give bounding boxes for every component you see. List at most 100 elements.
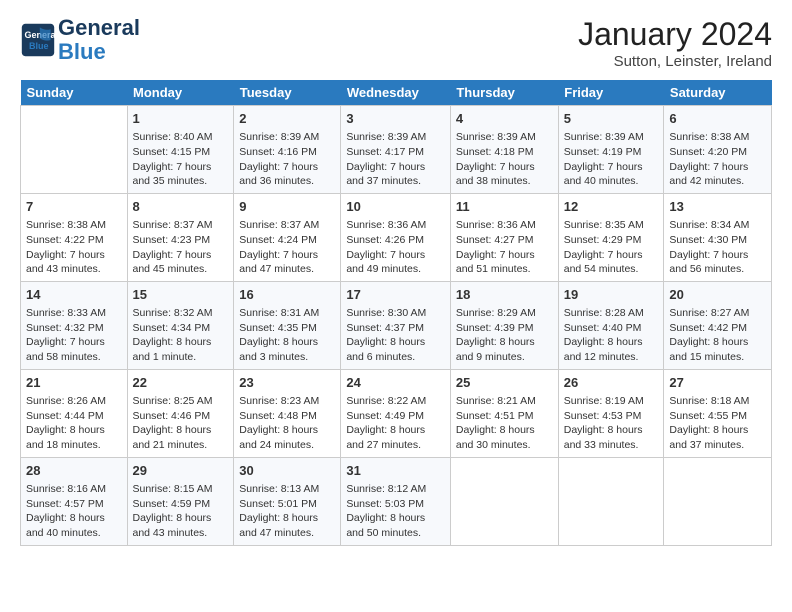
calendar-cell: 21Sunrise: 8:26 AMSunset: 4:44 PMDayligh… bbox=[21, 369, 128, 457]
calendar-cell: 3 Sunrise: 8:39 AMSunset: 4:17 PMDaylight… bbox=[341, 106, 451, 194]
day-info: Sunrise: 8:35 AMSunset: 4:29 PMDaylight:… bbox=[564, 218, 659, 277]
week-row-5: 28 Sunrise: 8:16 AMSunset: 4:57 PMDayligh… bbox=[21, 457, 772, 545]
day-info: Sunrise: 8:23 AMSunset: 4:48 PMDaylight:… bbox=[239, 394, 335, 453]
location-subtitle: Sutton, Leinster, Ireland bbox=[578, 53, 772, 70]
day-number: 5 bbox=[564, 110, 659, 128]
calendar-cell: 24 Sunrise: 8:22 AMSunset: 4:49 PMDayligh… bbox=[341, 369, 451, 457]
day-number: 25 bbox=[456, 374, 553, 392]
calendar-cell: 9 Sunrise: 8:37 AMSunset: 4:24 PMDaylight… bbox=[234, 193, 341, 281]
calendar-cell bbox=[558, 457, 664, 545]
day-info: Sunrise: 8:19 AMSunset: 4:53 PMDaylight:… bbox=[564, 394, 659, 453]
calendar-cell: 28 Sunrise: 8:16 AMSunset: 4:57 PMDayligh… bbox=[21, 457, 128, 545]
day-info: Sunrise: 8:38 AMSunset: 4:22 PMDaylight:… bbox=[26, 218, 122, 277]
logo: General Blue General Blue bbox=[20, 16, 140, 64]
column-header-monday: Monday bbox=[127, 80, 234, 106]
calendar-cell: 25 Sunrise: 8:21 AMSunset: 4:51 PMDayligh… bbox=[450, 369, 558, 457]
calendar-cell: 12 Sunrise: 8:35 AMSunset: 4:29 PMDayligh… bbox=[558, 193, 664, 281]
month-title: January 2024 bbox=[578, 16, 772, 53]
day-number: 9 bbox=[239, 198, 335, 216]
calendar-cell: 8 Sunrise: 8:37 AMSunset: 4:23 PMDaylight… bbox=[127, 193, 234, 281]
day-number: 22 bbox=[133, 374, 229, 392]
day-info: Sunrise: 8:39 AMSunset: 4:19 PMDaylight:… bbox=[564, 130, 659, 189]
day-number: 3 bbox=[346, 110, 445, 128]
day-info: Sunrise: 8:22 AMSunset: 4:49 PMDaylight:… bbox=[346, 394, 445, 453]
day-info: Sunrise: 8:39 AMSunset: 4:17 PMDaylight:… bbox=[346, 130, 445, 189]
day-number: 16 bbox=[239, 286, 335, 304]
calendar-cell: 7 Sunrise: 8:38 AMSunset: 4:22 PMDaylight… bbox=[21, 193, 128, 281]
calendar-table: SundayMondayTuesdayWednesdayThursdayFrid… bbox=[20, 80, 772, 546]
day-info: Sunrise: 8:21 AMSunset: 4:51 PMDaylight:… bbox=[456, 394, 553, 453]
day-number: 14 bbox=[26, 286, 122, 304]
day-number: 12 bbox=[564, 198, 659, 216]
calendar-cell: 14 Sunrise: 8:33 AMSunset: 4:32 PMDayligh… bbox=[21, 281, 128, 369]
day-info: Sunrise: 8:37 AMSunset: 4:23 PMDaylight:… bbox=[133, 218, 229, 277]
day-info: Sunrise: 8:29 AMSunset: 4:39 PMDaylight:… bbox=[456, 306, 553, 365]
day-number: 31 bbox=[346, 462, 445, 480]
day-number: 8 bbox=[133, 198, 229, 216]
day-number: 21 bbox=[26, 374, 122, 392]
calendar-cell: 26 Sunrise: 8:19 AMSunset: 4:53 PMDayligh… bbox=[558, 369, 664, 457]
day-info: Sunrise: 8:39 AMSunset: 4:16 PMDaylight:… bbox=[239, 130, 335, 189]
calendar-cell: 6Sunrise: 8:38 AMSunset: 4:20 PMDaylight… bbox=[664, 106, 772, 194]
day-info: Sunrise: 8:37 AMSunset: 4:24 PMDaylight:… bbox=[239, 218, 335, 277]
day-number: 26 bbox=[564, 374, 659, 392]
column-header-thursday: Thursday bbox=[450, 80, 558, 106]
day-info: Sunrise: 8:33 AMSunset: 4:32 PMDaylight:… bbox=[26, 306, 122, 365]
day-info: Sunrise: 8:39 AMSunset: 4:18 PMDaylight:… bbox=[456, 130, 553, 189]
column-header-tuesday: Tuesday bbox=[234, 80, 341, 106]
calendar-header-row: SundayMondayTuesdayWednesdayThursdayFrid… bbox=[21, 80, 772, 106]
day-number: 7 bbox=[26, 198, 122, 216]
calendar-cell bbox=[664, 457, 772, 545]
day-number: 18 bbox=[456, 286, 553, 304]
day-info: Sunrise: 8:36 AMSunset: 4:27 PMDaylight:… bbox=[456, 218, 553, 277]
column-header-friday: Friday bbox=[558, 80, 664, 106]
calendar-cell: 20Sunrise: 8:27 AMSunset: 4:42 PMDayligh… bbox=[664, 281, 772, 369]
calendar-cell: 4 Sunrise: 8:39 AMSunset: 4:18 PMDaylight… bbox=[450, 106, 558, 194]
calendar-cell bbox=[450, 457, 558, 545]
calendar-cell: 15 Sunrise: 8:32 AMSunset: 4:34 PMDayligh… bbox=[127, 281, 234, 369]
day-info: Sunrise: 8:40 AMSunset: 4:15 PMDaylight:… bbox=[133, 130, 229, 189]
day-number: 13 bbox=[669, 198, 766, 216]
column-header-wednesday: Wednesday bbox=[341, 80, 451, 106]
calendar-cell: 23 Sunrise: 8:23 AMSunset: 4:48 PMDayligh… bbox=[234, 369, 341, 457]
week-row-1: 1 Sunrise: 8:40 AMSunset: 4:15 PMDaylight… bbox=[21, 106, 772, 194]
day-info: Sunrise: 8:36 AMSunset: 4:26 PMDaylight:… bbox=[346, 218, 445, 277]
column-header-saturday: Saturday bbox=[664, 80, 772, 106]
calendar-cell: 2 Sunrise: 8:39 AMSunset: 4:16 PMDaylight… bbox=[234, 106, 341, 194]
logo-icon: General Blue bbox=[20, 22, 56, 58]
day-number: 4 bbox=[456, 110, 553, 128]
calendar-cell: 27 Sunrise: 8:18 AMSunset: 4:55 PMDayligh… bbox=[664, 369, 772, 457]
day-number: 29 bbox=[133, 462, 229, 480]
calendar-cell: 1 Sunrise: 8:40 AMSunset: 4:15 PMDaylight… bbox=[127, 106, 234, 194]
week-row-3: 14 Sunrise: 8:33 AMSunset: 4:32 PMDayligh… bbox=[21, 281, 772, 369]
day-number: 24 bbox=[346, 374, 445, 392]
day-info: Sunrise: 8:12 AMSunset: 5:03 PMDaylight:… bbox=[346, 482, 445, 541]
day-info: Sunrise: 8:25 AMSunset: 4:46 PMDaylight:… bbox=[133, 394, 229, 453]
day-number: 1 bbox=[133, 110, 229, 128]
day-info: Sunrise: 8:16 AMSunset: 4:57 PMDaylight:… bbox=[26, 482, 122, 541]
calendar-cell: 18 Sunrise: 8:29 AMSunset: 4:39 PMDayligh… bbox=[450, 281, 558, 369]
calendar-cell: 30 Sunrise: 8:13 AMSunset: 5:01 PMDayligh… bbox=[234, 457, 341, 545]
column-header-sunday: Sunday bbox=[21, 80, 128, 106]
day-number: 23 bbox=[239, 374, 335, 392]
day-info: Sunrise: 8:30 AMSunset: 4:37 PMDaylight:… bbox=[346, 306, 445, 365]
day-info: Sunrise: 8:31 AMSunset: 4:35 PMDaylight:… bbox=[239, 306, 335, 365]
day-info: Sunrise: 8:18 AMSunset: 4:55 PMDaylight:… bbox=[669, 394, 766, 453]
calendar-cell: 17 Sunrise: 8:30 AMSunset: 4:37 PMDayligh… bbox=[341, 281, 451, 369]
day-number: 17 bbox=[346, 286, 445, 304]
day-info: Sunrise: 8:15 AMSunset: 4:59 PMDaylight:… bbox=[133, 482, 229, 541]
day-number: 30 bbox=[239, 462, 335, 480]
svg-text:Blue: Blue bbox=[29, 41, 49, 51]
calendar-cell: 10Sunrise: 8:36 AMSunset: 4:26 PMDayligh… bbox=[341, 193, 451, 281]
calendar-cell: 29 Sunrise: 8:15 AMSunset: 4:59 PMDayligh… bbox=[127, 457, 234, 545]
day-number: 20 bbox=[669, 286, 766, 304]
day-number: 28 bbox=[26, 462, 122, 480]
day-number: 27 bbox=[669, 374, 766, 392]
day-info: Sunrise: 8:32 AMSunset: 4:34 PMDaylight:… bbox=[133, 306, 229, 365]
header: General Blue General Blue January 2024 S… bbox=[20, 16, 772, 70]
day-number: 2 bbox=[239, 110, 335, 128]
day-info: Sunrise: 8:34 AMSunset: 4:30 PMDaylight:… bbox=[669, 218, 766, 277]
day-number: 15 bbox=[133, 286, 229, 304]
day-number: 11 bbox=[456, 198, 553, 216]
day-info: Sunrise: 8:13 AMSunset: 5:01 PMDaylight:… bbox=[239, 482, 335, 541]
